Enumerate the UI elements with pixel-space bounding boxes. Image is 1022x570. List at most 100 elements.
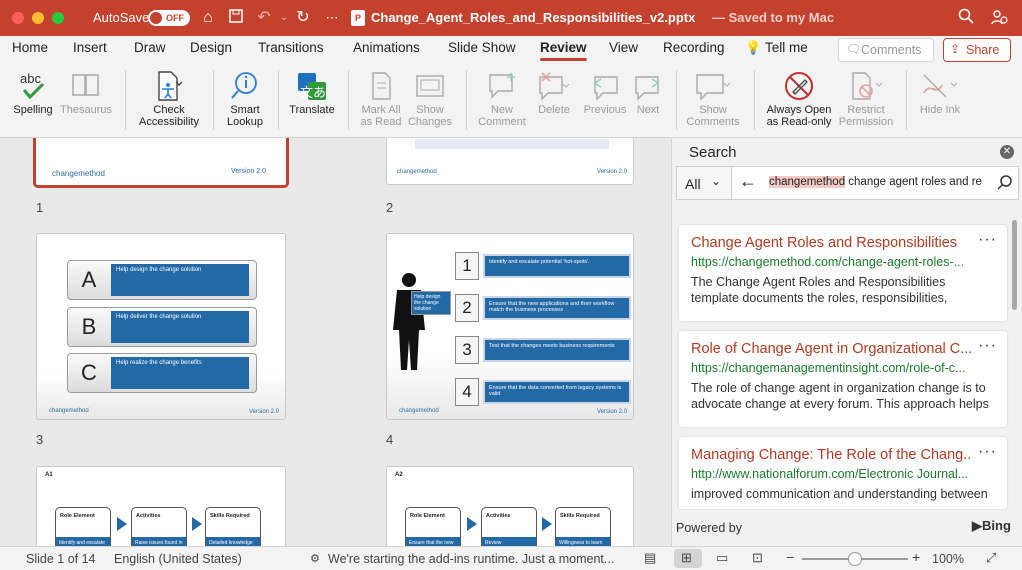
smart-lookup-button[interactable]: Smart Lookup [220, 68, 270, 128]
next-comment-button[interactable]: Next [628, 68, 668, 116]
search-result-card[interactable]: Change Agent Roles and Responsibilities … [679, 225, 1007, 321]
results-scrollbar[interactable] [1012, 220, 1017, 310]
more-options-icon[interactable]: ··· [978, 443, 997, 461]
mark-read-icon [354, 68, 408, 104]
notes-icon[interactable]: ▤ [644, 550, 656, 566]
book-icon [58, 68, 114, 104]
result-url[interactable]: https://changemethod.com/change-agent-ro… [691, 255, 981, 269]
result-title[interactable]: Change Agent Roles and Responsibilities [691, 235, 971, 251]
back-arrow-icon[interactable]: ← [739, 171, 757, 192]
account-icon[interactable] [989, 8, 1009, 28]
autosave-toggle[interactable]: OFF [148, 10, 190, 26]
share-icon: ⇪ [950, 42, 961, 56]
save-icon[interactable] [226, 8, 246, 28]
slide-thumbnail-6[interactable]: A2 Role Element Activities Skills Requir… [386, 466, 634, 546]
show-changes-icon [406, 68, 454, 104]
tab-transitions[interactable]: Transitions [258, 40, 324, 55]
slide-thumbnail-4[interactable]: Help design the change solution 1 Identif… [386, 233, 634, 420]
language-indicator[interactable]: English (United States) [114, 552, 242, 566]
zoom-slider-knob[interactable] [848, 552, 862, 566]
chevron-down-icon: ⌄ [711, 174, 722, 188]
redo-icon[interactable]: ↻ [293, 8, 313, 28]
search-result-card[interactable]: Managing Change: The Role of the Chang..… [679, 437, 1007, 509]
slide-thumbnail-5[interactable]: A1 Role Element Activities Skills Requir… [36, 466, 286, 546]
new-comment-button[interactable]: New Comment [475, 68, 529, 128]
tab-animations[interactable]: Animations [353, 40, 420, 55]
hide-ink-button[interactable]: Hide Ink [914, 68, 966, 116]
info-lookup-icon [220, 68, 270, 104]
check-accessibility-button[interactable]: Check Accessibility [134, 68, 204, 128]
undo-icon[interactable]: ↶ [254, 8, 274, 28]
close-pane-icon[interactable]: ✕ [1000, 145, 1014, 159]
search-result-card[interactable]: Role of Change Agent in Organizational C… [679, 331, 1007, 427]
delete-comment-button[interactable]: Delete [530, 68, 578, 116]
result-snippet: improved communication and understanding… [691, 487, 988, 501]
slide-number: 4 [386, 432, 394, 447]
slide-sorter-view-button[interactable]: ⊞ [674, 549, 702, 568]
zoom-percentage[interactable]: 100% [932, 552, 964, 566]
tab-slide-show[interactable]: Slide Show [448, 40, 516, 55]
ribbon-tabs: Home Insert Draw Design Transitions Anim… [0, 36, 1022, 64]
zoom-slider[interactable] [802, 552, 908, 566]
powerpoint-file-icon: P [351, 10, 365, 26]
comments-button[interactable]: 🗨 Comments [838, 38, 934, 62]
always-open-read-only-button[interactable]: Always Open as Read-only [762, 68, 836, 128]
tab-review[interactable]: Review [540, 40, 587, 61]
title-bar: AutoSave OFF ⌂ ↶ ⌄ ↻ ⋯ P Change_Agent_Ro… [0, 0, 1022, 36]
tab-recording[interactable]: Recording [663, 40, 725, 55]
slide-thumbnail-1[interactable]: changemethod Version 2.0 [33, 138, 289, 188]
slideshow-view-icon[interactable]: ⊡ [752, 550, 763, 566]
tab-insert[interactable]: Insert [73, 40, 107, 55]
home-icon[interactable]: ⌂ [198, 8, 218, 28]
zoom-window-button[interactable] [52, 12, 64, 24]
bing-logo: ▶Bing [972, 518, 1011, 533]
more-commands-icon[interactable]: ⋯ [322, 8, 342, 28]
tell-me-search[interactable]: Tell me [765, 40, 808, 55]
tab-draw[interactable]: Draw [134, 40, 166, 55]
slide-thumbnail-2[interactable]: changemethod Version 2.0 [386, 138, 634, 185]
thesaurus-button[interactable]: Thesaurus [58, 68, 114, 116]
search-scope-dropdown[interactable]: All ⌄ [677, 167, 732, 199]
zoom-out-button[interactable]: − [786, 549, 794, 565]
svg-text:文あ: 文あ [300, 86, 326, 101]
mark-all-as-read-button[interactable]: Mark All as Read [354, 68, 408, 128]
saved-status: — Saved to my Mac [712, 10, 835, 25]
tab-view[interactable]: View [609, 40, 638, 55]
next-comment-icon [628, 68, 668, 104]
result-title[interactable]: Managing Change: The Role of the Chang..… [691, 447, 971, 463]
show-comments-button[interactable]: Show Comments [683, 68, 743, 128]
fit-to-window-icon[interactable]: ⤢ [986, 550, 996, 566]
show-changes-button[interactable]: Show Changes [406, 68, 454, 128]
more-options-icon[interactable]: ··· [978, 231, 997, 249]
slide-sorter[interactable]: changemethod Version 2.0 1 changemethod … [0, 138, 671, 546]
translate-button[interactable]: 文あ Translate [286, 68, 338, 116]
svg-text:abc: abc [20, 71, 41, 86]
read-only-pen-icon [762, 68, 836, 104]
restrict-permission-button[interactable]: Restrict Permission [838, 68, 894, 128]
document-title[interactable]: Change_Agent_Roles_and_Responsibilities_… [371, 10, 695, 25]
reading-view-icon[interactable]: ▭ [716, 550, 728, 566]
result-url[interactable]: https://changemanagementinsight.com/role… [691, 361, 981, 375]
spelling-button[interactable]: abc Spelling [10, 68, 56, 116]
share-button[interactable]: ⇪ Share [943, 38, 1011, 62]
show-comments-icon [683, 68, 743, 104]
slide-thumbnail-3[interactable]: A Help design the change solution B Help d… [36, 233, 286, 420]
result-title[interactable]: Role of Change Agent in Organizational C… [691, 341, 971, 357]
tab-design[interactable]: Design [190, 40, 232, 55]
undo-dropdown-icon[interactable]: ⌄ [274, 8, 294, 28]
result-snippet: The role of change agent in organization… [691, 381, 989, 411]
search-icon[interactable] [956, 8, 976, 28]
slide-number: 1 [36, 200, 44, 215]
minimize-window-button[interactable] [32, 12, 44, 24]
tab-home[interactable]: Home [12, 40, 48, 55]
autosave-label: AutoSave [93, 10, 150, 25]
search-input[interactable]: changemethod change agent roles and re [769, 176, 989, 188]
step-2: 2 Ensure that the new applications and th… [455, 294, 631, 322]
search-submit-icon[interactable] [996, 174, 1014, 192]
result-url[interactable]: http://www.nationalforum.com/Electronic … [691, 467, 981, 481]
more-options-icon[interactable]: ··· [978, 337, 997, 355]
close-window-button[interactable] [12, 12, 24, 24]
search-box: All ⌄ ← changemethod change agent roles … [676, 166, 1019, 200]
zoom-in-button[interactable]: + [912, 549, 920, 565]
previous-comment-button[interactable]: Previous [580, 68, 630, 116]
